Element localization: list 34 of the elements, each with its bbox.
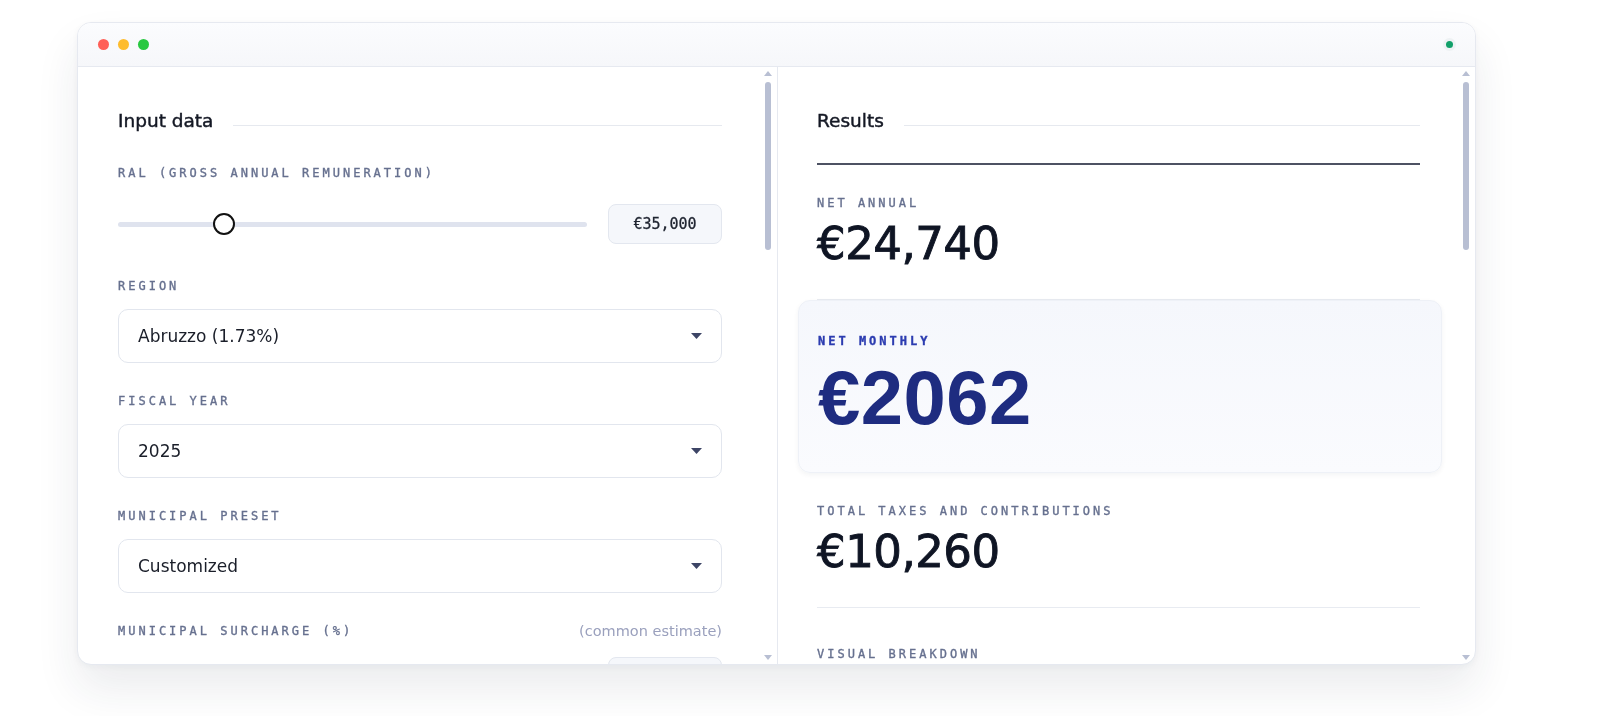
dropdown-select[interactable]: Customized [118,539,722,593]
dropdown-select[interactable]: 2025 [118,424,722,478]
window-maximize-icon[interactable] [138,39,149,50]
result-value: €24,740 [817,217,1000,270]
section-label: VISUAL BREAKDOWN [817,646,982,662]
field-label: FISCAL YEAR [118,394,231,409]
scroll-down-arrow-icon[interactable] [764,655,772,660]
panel-title: Results [817,109,884,133]
field-label: REGION [118,279,180,294]
scroll-up-arrow-icon[interactable] [764,71,772,76]
field-label: MUNICIPAL PRESET [118,509,282,524]
dropdown-caret-icon [691,333,702,339]
field-label: RAL (GROSS ANNUAL REMUNERATION) [118,166,435,181]
panel-title: Input data [118,109,214,133]
scroll-up-arrow-icon[interactable] [1462,71,1470,76]
status-dot-icon [1446,41,1453,48]
result-value: €2062 [818,357,1032,438]
scrollbar-thumb[interactable] [765,82,771,250]
dropdown-select[interactable]: Abruzzo (1.73%) [118,309,722,363]
field-note: (common estimate) [579,624,722,639]
scroll-down-arrow-icon[interactable] [1462,655,1470,660]
slider-thumb[interactable] [212,213,235,235]
field-label: MUNICIPAL SURCHARGE (%) [118,624,354,639]
window-minimize-icon[interactable] [118,39,129,50]
dropdown-caret-icon [691,448,702,454]
slider-track[interactable] [118,213,587,235]
result-value: €10,260 [817,525,1000,578]
scrollbar-thumb[interactable] [1463,82,1469,250]
result-label: NET ANNUAL [817,195,921,211]
dropdown-caret-icon [691,563,702,569]
amount-field[interactable]: €35,000 [608,204,722,244]
result-label: TOTAL TAXES AND CONTRIBUTIONS [817,503,1115,519]
window-close-icon[interactable] [98,39,109,50]
result-label: NET MONTHLY [818,333,932,349]
